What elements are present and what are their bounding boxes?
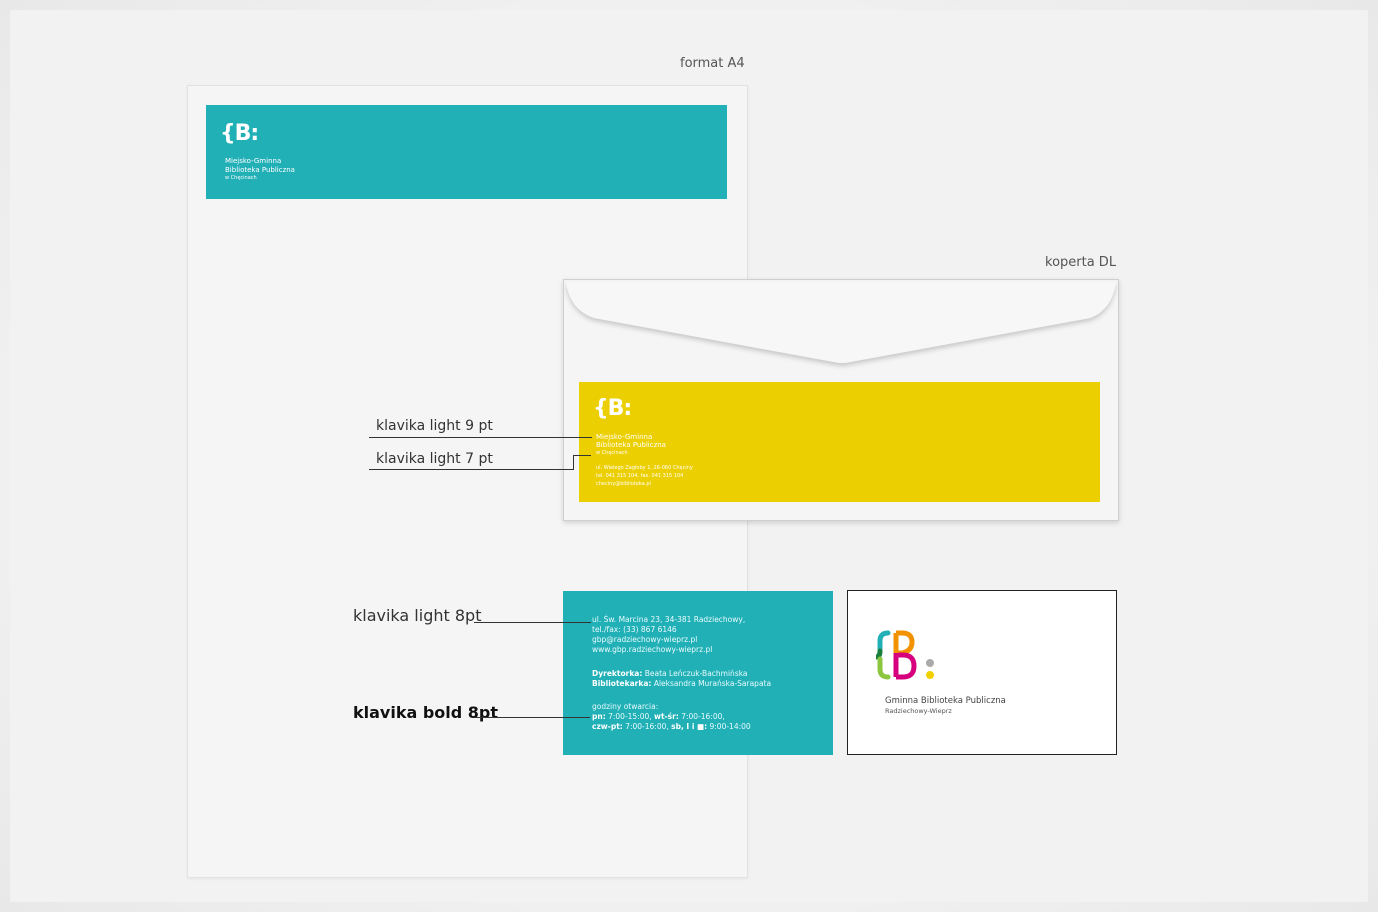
card-phone: tel./fax: (33) 867 6146 [592,625,677,634]
card-hours-title: godziny otwarcia: [592,702,659,711]
annotation-leader-line [573,455,591,456]
envelope-addr3: checiny@biblioteka.pl [596,481,651,487]
annotation-leader-line [369,469,573,470]
annotation-bold-8pt: klavika bold 8pt [353,703,499,722]
envelope-line2: Biblioteka Publiczna [596,441,666,449]
color-library-logo-icon [876,630,934,680]
card-librarian: Bibliotekarka: Aleksandra Murańska-Sarap… [592,679,772,688]
envelope-flap [566,282,1116,363]
business-card-front: ul. Św. Marcina 23, 34-381 Radziechowy, … [563,591,833,755]
letterhead-line3: w Chęcinach [225,175,257,181]
annotation-light-9pt: klavika light 9 pt [376,418,493,434]
card-address: ul. Św. Marcina 23, 34-381 Radziechowy, [592,615,746,624]
annotation-leader-line [474,717,590,718]
library-logo-icon: {B: [593,396,632,421]
envelope-line3: w Chęcinach [596,450,628,456]
business-card-back: Gminna Biblioteka Publiczna Radziechowy-… [847,590,1117,755]
letterhead-line2: Biblioteka Publiczna [225,166,295,174]
letterhead-line1: Miejsko-Gminna [225,157,282,165]
card-back-name: Gminna Biblioteka Publiczna [885,696,1006,706]
annotation-leader-line [573,455,574,470]
annotation-leader-line [369,437,592,438]
format-a4-label: format A4 [680,56,745,71]
annotation-light-8pt: klavika light 8pt [353,606,482,625]
envelope-addr1: ul. Wielego Zagłoby 1, 26-060 Chęciny [596,465,693,471]
card-website: www.gbp.radziechowy-wieprz.pl [592,645,713,654]
card-email: gbp@radziechowy-wieprz.pl [592,635,698,644]
card-hours-row2: czw-pt: 7:00-16:00, sb, I i ■: 9:00-14:0… [592,722,751,731]
card-back-place: Radziechowy-Wieprz [885,707,952,715]
letterhead-header-band: {B: Miejsko-Gminna Biblioteka Publiczna … [206,105,727,199]
annotation-leader-line [474,622,591,623]
annotation-light-7pt: klavika light 7 pt [376,451,493,467]
library-logo-icon: {B: [220,121,259,146]
card-hours-row1: pn: 7:00-15:00, wt-śr: 7:00-16:00, [592,712,725,721]
card-director: Dyrektorka: Beata Leńczuk-Bachmińska [592,669,748,678]
envelope-addr2: tel. 041 315 104, fax. 041 315 104 [596,473,684,479]
envelope-address-band: {B: Miejsko-Gminna Biblioteka Publiczna … [579,382,1100,502]
koperta-dl-label: koperta DL [1045,255,1117,270]
